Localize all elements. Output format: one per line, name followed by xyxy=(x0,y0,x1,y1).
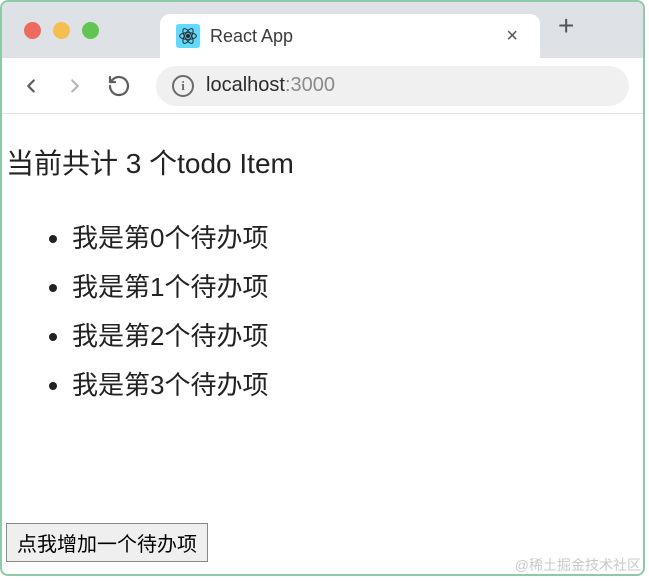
todo-item: 我是第2个待办项 xyxy=(72,316,639,353)
todo-item: 我是第3个待办项 xyxy=(72,365,639,402)
forward-button[interactable] xyxy=(60,71,90,101)
add-todo-button[interactable]: 点我增加一个待办项 xyxy=(6,523,208,562)
todo-list: 我是第0个待办项 我是第1个待办项 我是第2个待办项 我是第3个待办项 xyxy=(6,218,639,414)
reload-button[interactable] xyxy=(104,71,134,101)
url-text: localhost:3000 xyxy=(206,74,335,97)
browser-window: React App × + i localhost:3000 当前共计 3 个t… xyxy=(0,0,645,576)
browser-toolbar: i localhost:3000 xyxy=(2,58,643,114)
react-icon xyxy=(176,24,200,48)
site-info-icon[interactable]: i xyxy=(172,75,194,97)
browser-tab[interactable]: React App × xyxy=(160,14,540,58)
page-content: 当前共计 3 个todo Item 我是第0个待办项 我是第1个待办项 我是第2… xyxy=(2,114,643,574)
close-window-button[interactable] xyxy=(24,22,41,39)
todo-item: 我是第0个待办项 xyxy=(72,218,639,255)
minimize-window-button[interactable] xyxy=(53,22,70,39)
tab-title: React App xyxy=(210,26,490,47)
todo-count-heading: 当前共计 3 个todo Item xyxy=(6,142,639,182)
back-button[interactable] xyxy=(16,71,46,101)
watermark: @稀土掘金技术社区 xyxy=(515,555,641,575)
window-controls xyxy=(24,22,99,39)
new-tab-button[interactable]: + xyxy=(540,10,592,42)
close-tab-button[interactable]: × xyxy=(500,25,524,48)
maximize-window-button[interactable] xyxy=(82,22,99,39)
address-bar[interactable]: i localhost:3000 xyxy=(156,66,629,106)
todo-item: 我是第1个待办项 xyxy=(72,267,639,304)
tab-bar: React App × + xyxy=(2,2,643,58)
